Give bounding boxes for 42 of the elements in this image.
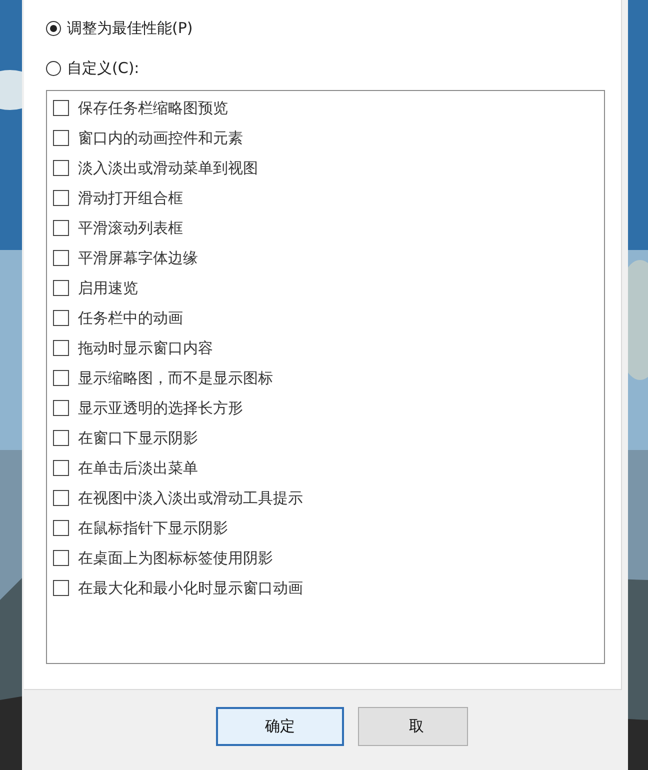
- checkbox-label: 显示亚透明的选择长方形: [78, 398, 243, 418]
- checkbox-label: 拖动时显示窗口内容: [78, 338, 213, 358]
- checkbox-label: 滑动打开组合框: [78, 188, 183, 208]
- checkbox[interactable]: [53, 220, 69, 236]
- checkbox-label: 平滑滚动列表框: [78, 218, 183, 238]
- checkbox-label: 在窗口下显示阴影: [78, 428, 198, 448]
- checkbox-label: 在视图中淡入淡出或滑动工具提示: [78, 488, 303, 508]
- checkbox-label: 启用速览: [78, 278, 138, 298]
- checkbox[interactable]: [53, 340, 69, 356]
- radio-option[interactable]: 自定义(C):: [46, 54, 621, 82]
- checkbox-label: 窗口内的动画控件和元素: [78, 128, 243, 148]
- checkbox[interactable]: [53, 160, 69, 176]
- checkbox-label: 在桌面上为图标标签使用阴影: [78, 548, 273, 568]
- checkbox-label: 保存任务栏缩略图预览: [78, 98, 228, 118]
- checkbox[interactable]: [53, 490, 69, 506]
- checkbox[interactable]: [53, 550, 69, 566]
- cancel-button[interactable]: 取: [358, 707, 468, 746]
- checkbox[interactable]: [53, 400, 69, 416]
- radio-button[interactable]: [46, 60, 61, 76]
- checkbox-label: 在单击后淡出菜单: [78, 458, 198, 478]
- checkbox[interactable]: [53, 460, 69, 476]
- radio-button[interactable]: [46, 20, 61, 36]
- ok-button[interactable]: 确定: [216, 707, 344, 746]
- checkbox-label: 淡入淡出或滑动菜单到视图: [78, 158, 258, 178]
- checkbox[interactable]: [53, 580, 69, 596]
- checkbox[interactable]: [53, 370, 69, 386]
- checkbox[interactable]: [53, 250, 69, 266]
- checkbox[interactable]: [53, 130, 69, 146]
- checkbox[interactable]: [53, 100, 69, 116]
- checkbox[interactable]: [53, 430, 69, 446]
- checkbox[interactable]: [53, 520, 69, 536]
- radio-label: 调整为最佳性能(P): [67, 18, 193, 38]
- checkbox-label: 在最大化和最小化时显示窗口动画: [78, 578, 303, 598]
- checkbox-label: 显示缩略图，而不是显示图标: [78, 368, 273, 388]
- radio-option[interactable]: 调整为最佳性能(P): [46, 14, 621, 42]
- checkbox[interactable]: [53, 280, 69, 296]
- checkbox-label: 平滑屏幕字体边缘: [78, 248, 198, 268]
- radio-label: 自定义(C):: [67, 58, 140, 78]
- checkbox[interactable]: [53, 310, 69, 326]
- checkbox-label: 任务栏中的动画: [78, 308, 183, 328]
- checkbox[interactable]: [53, 190, 69, 206]
- checkbox-label: 在鼠标指针下显示阴影: [78, 518, 228, 538]
